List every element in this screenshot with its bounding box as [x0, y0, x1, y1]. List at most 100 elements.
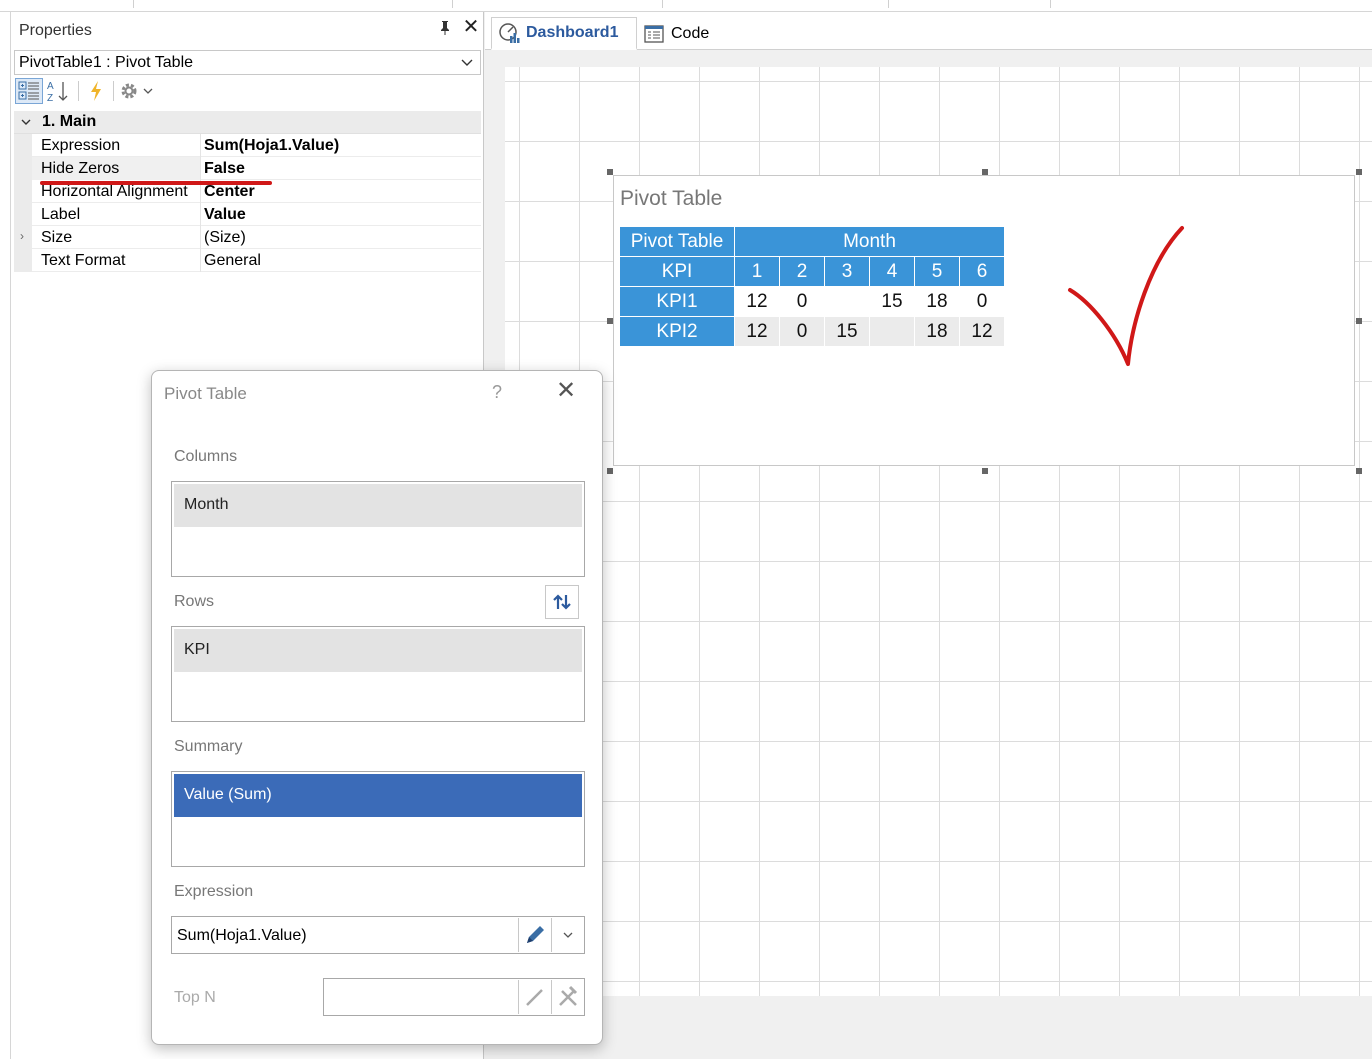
left-dock-strip	[0, 12, 11, 1059]
property-name: Horizontal Alignment	[41, 183, 188, 200]
pivot-corner-header: Pivot Table	[619, 226, 735, 257]
pivot-grid: Pivot Table Month KPI 123456 KPI1 12 0 15 18…	[619, 226, 1005, 347]
property-name: Text Format	[41, 252, 126, 269]
property-name: Label	[41, 206, 81, 223]
property-value[interactable]: False	[204, 160, 245, 178]
tab-code[interactable]: Code	[641, 17, 731, 50]
month-header: 5	[914, 256, 960, 287]
toolbar-separator	[113, 81, 114, 101]
resize-handle[interactable]	[982, 468, 988, 474]
summary-field-item[interactable]: Value (Sum)	[174, 774, 582, 817]
property-name: Hide Zeros	[41, 160, 120, 177]
column-divider	[200, 203, 201, 226]
property-row[interactable]: Text Format General	[14, 249, 481, 272]
resize-handle[interactable]	[982, 169, 988, 175]
summary-dropzone[interactable]: Value (Sum)	[171, 771, 585, 867]
svg-text:Z: Z	[47, 93, 53, 103]
dashboard-icon	[498, 22, 520, 44]
resize-handle[interactable]	[607, 318, 613, 324]
rows-label: Rows	[174, 593, 215, 610]
row-field-header: KPI	[619, 256, 735, 287]
property-value[interactable]: Center	[204, 183, 255, 201]
month-header: 1	[734, 256, 780, 287]
property-grid: 1. Main Expression Sum(Hoja1.Value) Hide Z…	[14, 111, 481, 272]
row-header-cell: KPI2	[619, 316, 735, 347]
ribbon-separator	[452, 0, 453, 8]
tab-label: Dashboard1	[526, 24, 619, 41]
property-value[interactable]: (Size)	[204, 229, 246, 247]
summary-label: Summary	[174, 738, 243, 755]
edit-pencil-icon	[518, 980, 550, 1014]
property-row[interactable]: Label Value	[14, 203, 481, 226]
column-field-header: Month	[734, 226, 1005, 257]
expression-field[interactable]: Sum(Hoja1.Value)	[171, 916, 585, 954]
document-tabbar: Dashboard1 Code	[485, 12, 1372, 50]
svg-text:A: A	[47, 81, 54, 92]
rows-dropzone[interactable]: KPI	[171, 626, 585, 722]
field-item-label: Month	[184, 496, 229, 513]
pivot-data-row: KPI1 12 0 15 18 0	[619, 286, 1005, 317]
resize-handle[interactable]	[1356, 318, 1362, 324]
tab-dashboard1[interactable]: Dashboard1	[491, 17, 637, 50]
columns-field-item[interactable]: Month	[174, 484, 582, 527]
category-main[interactable]: 1. Main	[14, 111, 481, 134]
pivot-value-cell: 15	[869, 286, 915, 317]
pivot-table-widget[interactable]: Pivot Table Pivot Table Month KPI 123456…	[613, 175, 1355, 466]
resize-handle[interactable]	[1356, 169, 1362, 175]
row-margin	[14, 180, 32, 203]
chevron-down-icon[interactable]	[551, 918, 583, 952]
tab-label: Code	[671, 24, 710, 42]
object-selector-value: PivotTable1 : Pivot Table	[19, 54, 194, 71]
settings-gear-icon[interactable]	[117, 78, 157, 104]
property-row[interactable]: Expression Sum(Hoja1.Value)	[14, 134, 481, 157]
ribbon-separator	[1050, 0, 1051, 8]
property-name: Expression	[41, 137, 121, 154]
close-icon[interactable]: ✕	[461, 17, 481, 37]
property-row[interactable]: › Size (Size)	[14, 226, 481, 249]
chevron-down-icon[interactable]	[20, 113, 32, 134]
red-underline-annotation	[40, 181, 272, 185]
dialog-close-icon[interactable]: ✕	[556, 379, 576, 403]
ribbon-separator	[888, 0, 889, 8]
help-button[interactable]: ?	[492, 382, 502, 403]
dialog-title: Pivot Table	[164, 384, 247, 403]
resize-handle[interactable]	[607, 468, 613, 474]
resize-handle[interactable]	[607, 169, 613, 175]
rows-field-item[interactable]: KPI	[174, 629, 582, 672]
pivot-value-cell: 18	[914, 316, 960, 347]
topn-field[interactable]	[323, 978, 585, 1016]
object-selector[interactable]: PivotTable1 : Pivot Table	[14, 50, 481, 75]
field-item-label: Value (Sum)	[184, 786, 272, 803]
columns-dropzone[interactable]: Month	[171, 481, 585, 577]
chevron-right-icon[interactable]: ›	[20, 229, 24, 243]
swap-arrows-icon	[553, 594, 571, 610]
resize-handle[interactable]	[1356, 468, 1362, 474]
swap-rows-columns-button[interactable]	[545, 585, 579, 619]
code-icon	[643, 23, 665, 45]
pin-icon[interactable]	[439, 20, 451, 39]
column-divider	[200, 134, 201, 157]
edit-pencil-icon[interactable]	[518, 918, 550, 952]
properties-toolbar: A Z	[15, 78, 475, 106]
ribbon-separator	[133, 0, 134, 8]
property-row[interactable]: Hide Zeros False	[14, 157, 481, 180]
row-header-cell: KPI1	[619, 286, 735, 317]
pivot-value-cell: 12	[959, 316, 1005, 347]
property-value[interactable]: General	[204, 252, 261, 270]
ribbon-separator	[662, 0, 663, 8]
alphabetical-sort-icon[interactable]: A Z	[45, 78, 73, 104]
pivot-value-cell: 15	[824, 316, 870, 347]
month-header: 3	[824, 256, 870, 287]
widget-title: Pivot Table	[620, 187, 723, 210]
column-divider	[200, 226, 201, 249]
events-lightning-icon[interactable]	[83, 78, 109, 104]
row-margin	[14, 249, 32, 272]
categorized-view-icon[interactable]	[15, 78, 43, 104]
pivot-value-cell: 12	[734, 286, 780, 317]
property-value[interactable]: Value	[204, 206, 246, 224]
property-value[interactable]: Sum(Hoja1.Value)	[204, 137, 339, 155]
row-margin	[14, 203, 32, 226]
pivot-value-cell	[824, 286, 870, 317]
pivot-value-cell	[869, 316, 915, 347]
pivot-value-cell: 0	[779, 316, 825, 347]
